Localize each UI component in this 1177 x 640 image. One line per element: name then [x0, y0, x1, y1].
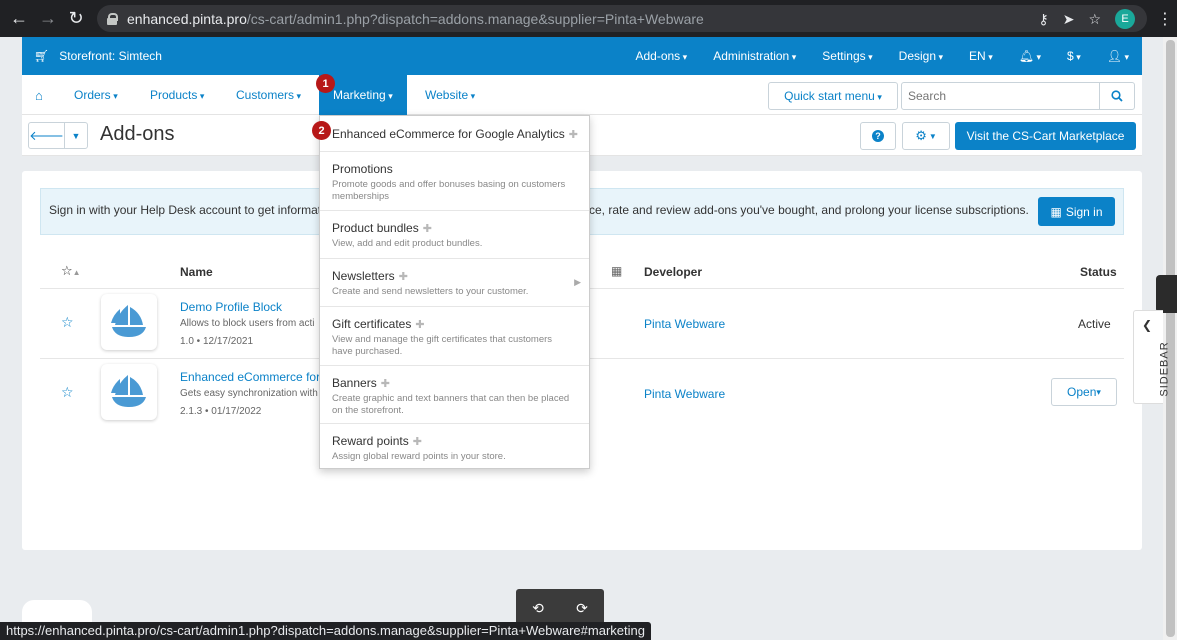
- forward-arrow-icon[interactable]: →: [37, 7, 59, 29]
- nav-website[interactable]: Website: [425, 75, 475, 115]
- developer-link[interactable]: Pinta Webware: [644, 387, 725, 401]
- menu-addons[interactable]: Add-ons: [622, 49, 700, 63]
- addon-name-link[interactable]: Enhanced eCommerce for: [180, 370, 320, 384]
- main-nav: ⌂ Orders Products Customers Marketing We…: [22, 75, 1142, 115]
- admin-topbar: 🛒︎ Storefront: Simtech Add-ons Administr…: [22, 37, 1142, 75]
- puzzle-icon: ✚: [568, 129, 579, 141]
- storefront-selector[interactable]: 🛒︎ Storefront: Simtech: [34, 49, 162, 63]
- nav-products[interactable]: Products: [150, 75, 204, 115]
- puzzle-icon: ✚: [380, 378, 390, 390]
- back-button[interactable]: 🡐 ▼: [28, 122, 88, 149]
- addon-logo: [101, 364, 157, 420]
- bell-icon[interactable]: 🔔︎: [1006, 49, 1054, 63]
- puzzle-icon: ✚: [398, 271, 408, 283]
- back-arrow-icon[interactable]: ←: [8, 7, 30, 29]
- nav-customers[interactable]: Customers: [236, 75, 301, 115]
- nav-orders[interactable]: Orders: [74, 75, 118, 115]
- puzzle-icon: ✚: [422, 223, 432, 235]
- sign-in-label: Sign in: [1065, 204, 1103, 219]
- developer-link[interactable]: Pinta Webware: [644, 317, 725, 331]
- status-dropdown-button[interactable]: Open: [1051, 378, 1117, 406]
- menu-item-enhanced-ecommerce[interactable]: Enhanced eCommerce for Google Analytics ✚: [320, 116, 589, 152]
- left-arrow-icon: 🡐: [29, 123, 65, 148]
- menu-currency[interactable]: $: [1054, 49, 1094, 63]
- chevron-down-icon[interactable]: ▼: [65, 123, 87, 148]
- menu-item-newsletters[interactable]: Newsletters ✚ Create and send newsletters…: [320, 259, 589, 307]
- addon-version: 2.1.3 • 01/17/2022: [180, 406, 262, 417]
- status-label[interactable]: Active: [1078, 317, 1111, 331]
- sign-in-button[interactable]: ▦ Sign in: [1038, 197, 1115, 226]
- browser-toolbar: ← → ↻ enhanced.pinta.pro/cs-cart/admin1.…: [0, 0, 1177, 37]
- marketing-dropdown-menu: Enhanced eCommerce for Google Analytics ✚…: [319, 115, 590, 469]
- marketplace-button[interactable]: Visit the CS-Cart Marketplace: [955, 122, 1136, 150]
- puzzle-icon: ✚: [412, 436, 422, 448]
- column-developer: Developer: [644, 265, 703, 279]
- ship-logo-icon: [111, 375, 146, 407]
- menu-item-reward-points[interactable]: Reward points ✚ Assign global reward poin…: [320, 424, 589, 468]
- favorite-sort-icon[interactable]: ☆▲: [61, 263, 81, 279]
- kebab-menu-icon[interactable]: ⋮: [1157, 9, 1173, 29]
- menu-design[interactable]: Design: [886, 49, 956, 63]
- column-status: Status: [1080, 265, 1117, 279]
- menu-settings[interactable]: Settings: [809, 49, 885, 63]
- send-icon[interactable]: ➤: [1063, 11, 1075, 28]
- calendar-icon[interactable]: ▦: [611, 264, 622, 278]
- addon-description: Allows to block users from acti: [180, 318, 315, 329]
- storefront-label: Storefront: Simtech: [59, 49, 162, 63]
- favorite-star-icon[interactable]: ☆: [61, 314, 74, 331]
- menu-item-gift-certificates[interactable]: Gift certificates ✚ View and manage the g…: [320, 307, 589, 366]
- settings-button[interactable]: ⚙ ▼: [902, 122, 950, 150]
- page-title: Add-ons: [100, 123, 175, 145]
- reload-icon[interactable]: ↻: [65, 7, 87, 29]
- chevron-left-icon: ❮: [1142, 318, 1153, 332]
- profile-avatar[interactable]: E: [1115, 9, 1135, 29]
- sidebar-label: SIDEBAR: [1158, 341, 1171, 397]
- grid-icon: ▦: [1050, 204, 1062, 219]
- addon-version: 1.0 • 12/17/2021: [180, 336, 254, 347]
- question-icon: ?: [872, 130, 884, 142]
- column-name[interactable]: Name: [180, 265, 213, 279]
- search-button[interactable]: [1099, 82, 1135, 110]
- url-text: enhanced.pinta.pro/cs-cart/admin1.php?di…: [127, 10, 704, 27]
- home-icon[interactable]: ⌂: [35, 88, 43, 103]
- gear-icon: ⚙: [915, 128, 927, 143]
- addon-description: Gets easy synchronization with: [180, 388, 318, 399]
- side-tab[interactable]: [1156, 275, 1177, 313]
- rewind-icon[interactable]: ⟲: [532, 600, 544, 617]
- user-icon[interactable]: 👤︎: [1094, 49, 1142, 63]
- addon-logo: [101, 294, 157, 350]
- ship-logo-icon: [111, 305, 146, 337]
- sidebar-toggle[interactable]: ❮ SIDEBAR: [1133, 310, 1171, 404]
- menu-item-product-bundles[interactable]: Product bundles ✚ View, add and edit prod…: [320, 211, 589, 259]
- star-bookmark-icon[interactable]: ☆: [1088, 11, 1101, 28]
- puzzle-icon: ✚: [415, 319, 425, 331]
- quick-start-menu-button[interactable]: Quick start menu: [768, 82, 898, 110]
- forward-icon[interactable]: ⟳: [576, 600, 588, 617]
- step-badge: 1: [316, 74, 335, 93]
- key-icon[interactable]: ⚷: [1038, 11, 1048, 28]
- notice-text-left: Sign in with your Help Desk account to g…: [49, 203, 322, 217]
- favorite-star-icon[interactable]: ☆: [61, 384, 74, 401]
- link-status-bar: https://enhanced.pinta.pro/cs-cart/admin…: [0, 622, 651, 640]
- address-bar[interactable]: enhanced.pinta.pro/cs-cart/admin1.php?di…: [97, 5, 1147, 32]
- step-badge: 2: [312, 121, 331, 140]
- menu-language[interactable]: EN: [956, 49, 1006, 63]
- menu-administration[interactable]: Administration: [700, 49, 809, 63]
- lock-icon: [107, 12, 118, 25]
- search-input[interactable]: [901, 82, 1101, 110]
- scrollbar-thumb[interactable]: [1166, 40, 1175, 637]
- menu-item-banners[interactable]: Banners ✚ Create graphic and text banners…: [320, 366, 589, 424]
- notice-text-right: ce, rate and review add-ons you've bough…: [589, 203, 1029, 217]
- addon-name-link[interactable]: Demo Profile Block: [180, 300, 282, 314]
- search-icon: [1111, 90, 1123, 102]
- submenu-arrow-icon: ▶: [574, 277, 581, 287]
- menu-item-promotions[interactable]: Promotions Promote goods and offer bonus…: [320, 152, 589, 211]
- help-button[interactable]: ?: [860, 122, 896, 150]
- cart-icon: 🛒︎: [34, 49, 50, 63]
